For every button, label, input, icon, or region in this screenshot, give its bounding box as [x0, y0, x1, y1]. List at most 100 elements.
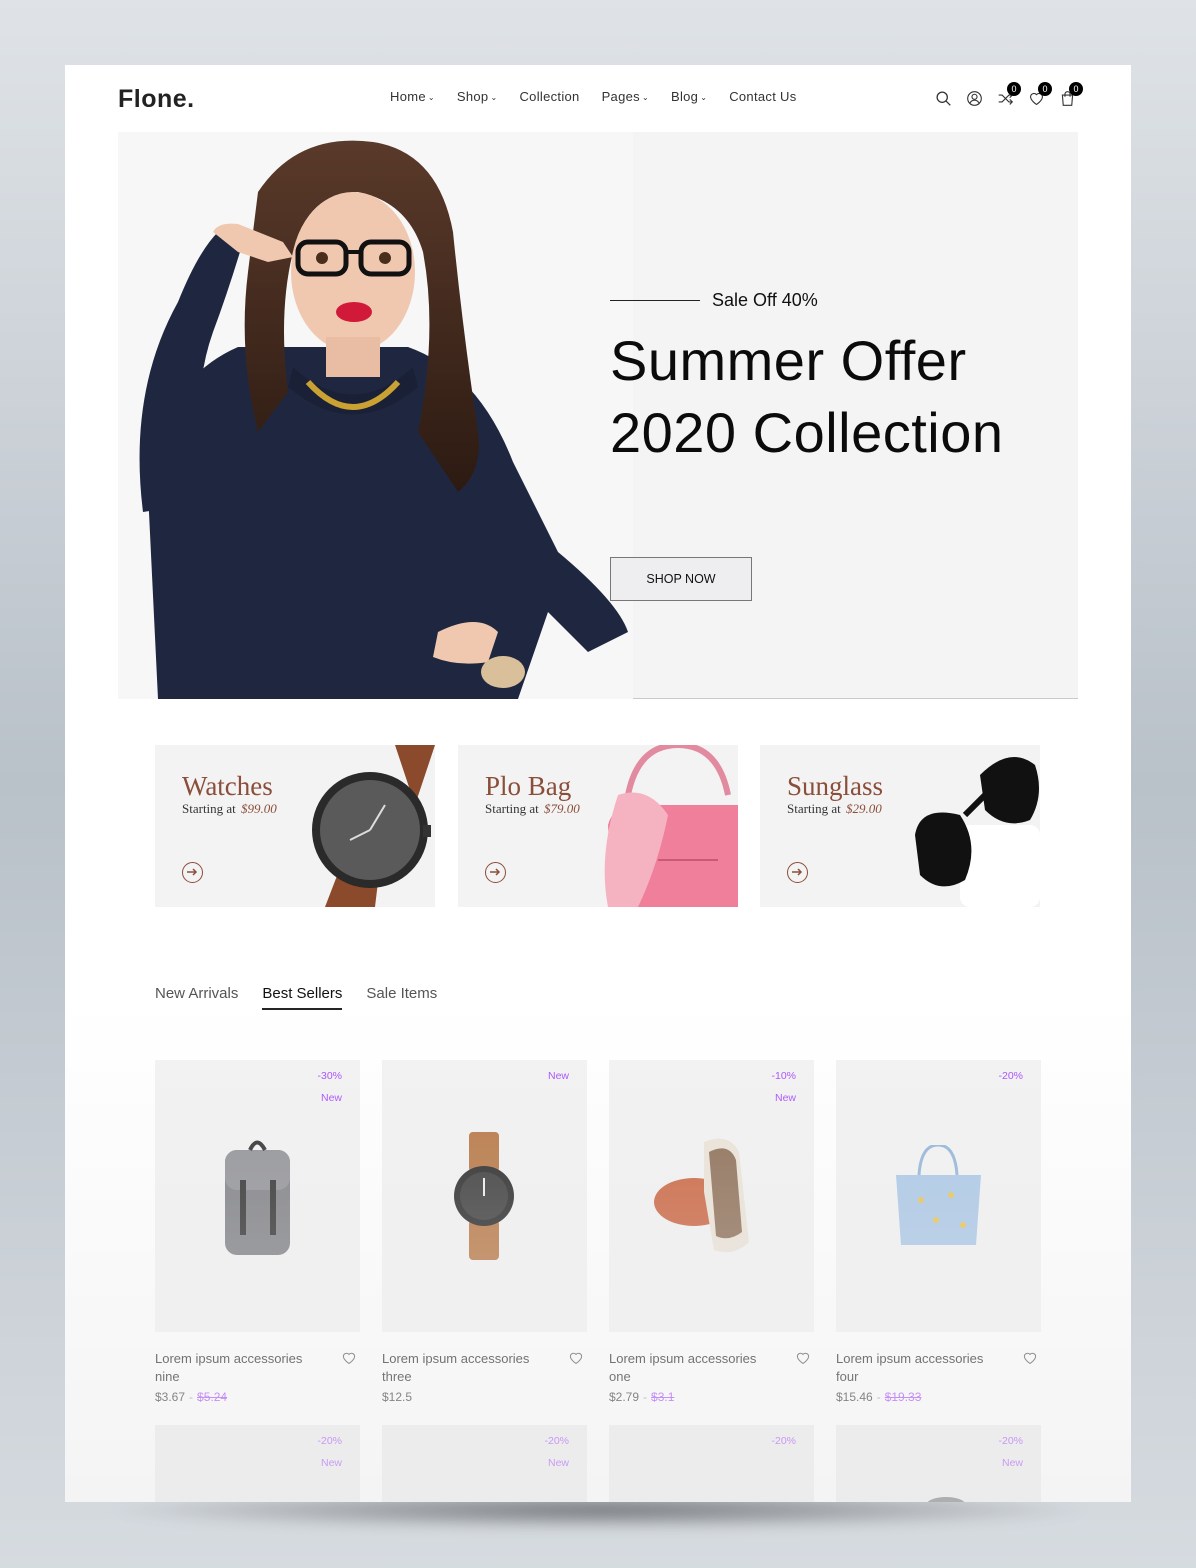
starting-at-label: Starting at [485, 801, 539, 816]
hero-kicker-text: Sale Off 40% [712, 290, 818, 310]
bag-image [604, 745, 738, 907]
tab-sale-items[interactable]: Sale Items [366, 985, 437, 1010]
product-price: $12.5 [382, 1390, 587, 1404]
discount-label: -20% [998, 1070, 1023, 1082]
nav-shop[interactable]: Shop ⌄ [457, 89, 498, 104]
chevron-down-icon: ⌄ [427, 93, 435, 103]
nav-contact[interactable]: Contact Us [729, 89, 796, 104]
tab-new-arrivals[interactable]: New Arrivals [155, 985, 238, 1010]
product-price: $3.67- $5.24 [155, 1390, 228, 1404]
arrow-right-icon [792, 868, 803, 876]
wishlist-heart-icon[interactable] [569, 1352, 583, 1365]
search-button[interactable] [933, 87, 963, 109]
nav-pages[interactable]: Pages ⌄ [602, 89, 649, 104]
product-card[interactable]: -30% New Lorem ipsum accessories nine $3… [155, 1060, 360, 1404]
watch-product-image [454, 1132, 514, 1260]
wishlist-heart-icon[interactable] [796, 1352, 810, 1365]
category-banner-bag[interactable]: Plo Bag Starting at $79.00 [458, 745, 738, 907]
nav-collection[interactable]: Collection [519, 89, 579, 104]
product-price: $2.79- $3.1 [609, 1390, 675, 1404]
category-title: Sunglass [787, 771, 884, 801]
cart-button[interactable]: 0 [1057, 82, 1087, 109]
category-banner-sunglass[interactable]: Sunglass Starting at $29.00 [760, 745, 1040, 907]
product-card[interactable]: New Lorem ipsum accessories three $12.5 [382, 1060, 587, 1404]
sunglasses-image [915, 757, 1040, 907]
shoes-image [654, 1138, 749, 1253]
nav-blog[interactable]: Blog ⌄ [671, 89, 707, 104]
product-card[interactable]: -20% [609, 1425, 814, 1502]
account-button[interactable] [964, 87, 994, 109]
hero-kicker: Sale Off 40% [610, 290, 1004, 311]
tab-best-sellers[interactable]: Best Sellers [262, 985, 343, 1010]
category-title: Plo Bag [485, 771, 572, 801]
logo[interactable]: Flone. [118, 85, 195, 114]
discount-label: -30% [317, 1070, 342, 1082]
hero-model-image [118, 132, 633, 699]
category-arrow-button[interactable] [485, 862, 506, 883]
category-banner-watches[interactable]: Watches Starting at $99.00 [155, 745, 435, 907]
product-price: $15.46- $19.33 [836, 1390, 922, 1404]
category-subtitle: Starting at $99.00 [182, 801, 277, 817]
product-card[interactable]: -20% New [836, 1425, 1041, 1502]
product-image[interactable]: New [382, 1060, 587, 1332]
tote-bag-image [896, 1145, 981, 1245]
discount-label: -20% [771, 1435, 796, 1447]
product-image[interactable]: -20% New [382, 1425, 587, 1502]
product-image[interactable]: -30% New [155, 1060, 360, 1332]
discount-label: -20% [998, 1435, 1023, 1447]
new-label: New [320, 1457, 342, 1469]
starting-at-label: Starting at [182, 801, 236, 816]
category-arrow-button[interactable] [787, 862, 808, 883]
product-card[interactable]: -20% New [155, 1425, 360, 1502]
compare-count-badge: 0 [1007, 82, 1021, 96]
watch-image [312, 745, 435, 907]
product-card[interactable]: -10% New Lorem ipsum accessories one $2.… [609, 1060, 814, 1404]
wishlist-button[interactable]: 0 [1026, 82, 1056, 109]
new-label: New [774, 1092, 796, 1104]
product-peek-image [927, 1497, 965, 1502]
search-icon [936, 91, 951, 106]
category-arrow-button[interactable] [182, 862, 203, 883]
category-price: $99.00 [241, 801, 277, 816]
new-label: New [320, 1092, 342, 1104]
new-label: New [547, 1457, 569, 1469]
product-image[interactable]: -20% [609, 1425, 814, 1502]
chevron-down-icon: ⌄ [700, 93, 708, 103]
arrow-right-icon [187, 868, 198, 876]
product-image[interactable]: -20% New [155, 1425, 360, 1502]
wishlist-heart-icon[interactable] [342, 1352, 356, 1365]
product-card[interactable]: -20% Lorem ipsum accessories four $15.46… [836, 1060, 1041, 1404]
discount-label: -20% [317, 1435, 342, 1447]
nav-home[interactable]: Home ⌄ [390, 89, 435, 104]
chevron-down-icon: ⌄ [641, 93, 649, 103]
shop-now-button[interactable]: SHOP NOW [610, 557, 752, 601]
product-image[interactable]: -10% New [609, 1060, 814, 1332]
current-price: $2.79 [609, 1390, 640, 1404]
current-price: $15.46 [836, 1390, 873, 1404]
product-name[interactable]: Lorem ipsum accessories three [382, 1350, 542, 1386]
old-price: $5.24 [197, 1390, 228, 1404]
product-name[interactable]: Lorem ipsum accessories four [836, 1350, 996, 1386]
nav-home-label: Home [390, 89, 426, 104]
new-label: New [547, 1070, 569, 1082]
category-subtitle: Starting at $79.00 [485, 801, 580, 817]
current-price: $3.67 [155, 1390, 186, 1404]
page: Flone. Home ⌄ Shop ⌄ Collection Pages ⌄ Blo… [65, 65, 1131, 1502]
product-name[interactable]: Lorem ipsum accessories one [609, 1350, 769, 1386]
product-image[interactable]: -20% New [836, 1425, 1041, 1502]
nav-shop-label: Shop [456, 89, 489, 104]
nav-collection-label: Collection [519, 89, 580, 104]
user-icon [967, 91, 982, 106]
nav-pages-label: Pages [601, 89, 640, 104]
wishlist-count-badge: 0 [1038, 82, 1052, 96]
product-card[interactable]: -20% New [382, 1425, 587, 1502]
product-name[interactable]: Lorem ipsum accessories nine [155, 1350, 315, 1386]
arrow-right-icon [490, 868, 501, 876]
discount-label: -20% [544, 1435, 569, 1447]
old-price: $3.1 [651, 1390, 675, 1404]
hero-title: Summer Offer 2020 Collection [610, 325, 1004, 469]
product-image[interactable]: -20% [836, 1060, 1041, 1332]
wishlist-heart-icon[interactable] [1023, 1352, 1037, 1365]
new-label: New [1001, 1457, 1023, 1469]
compare-button[interactable]: 0 [995, 82, 1025, 109]
